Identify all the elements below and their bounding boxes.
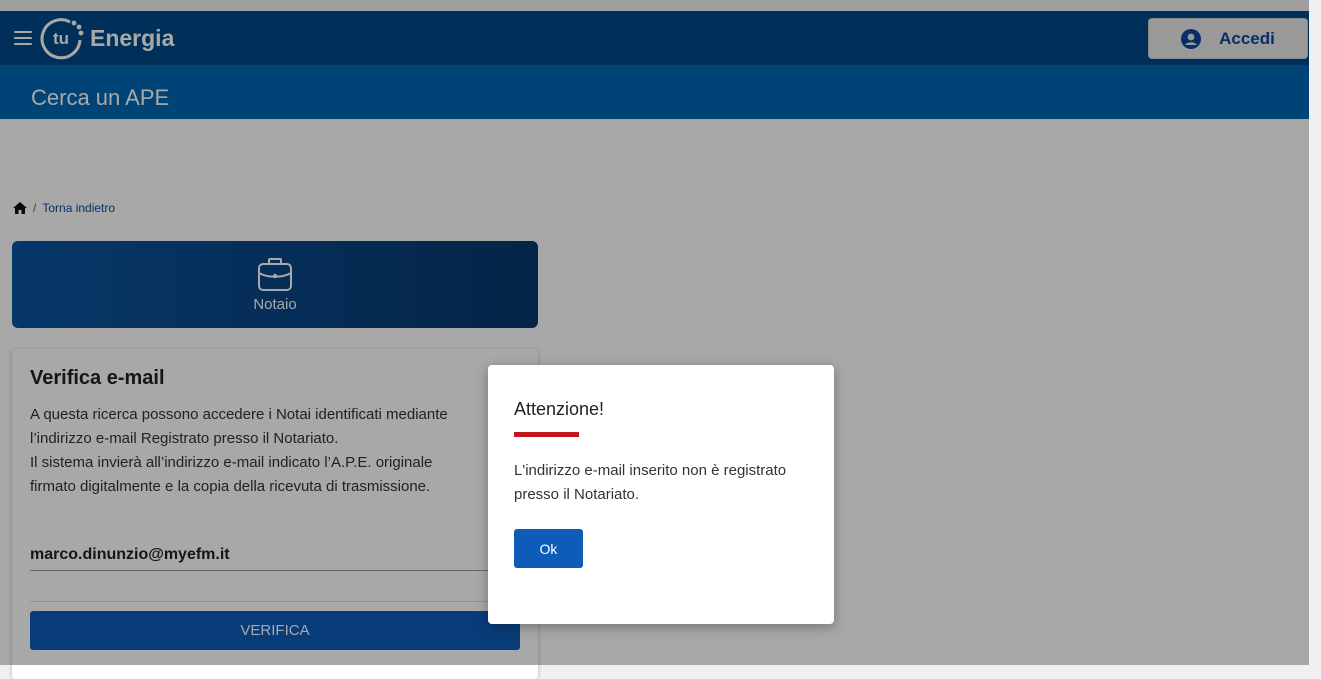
dialog-title: Attenzione! [514, 399, 605, 419]
page-right-strip [1309, 0, 1321, 665]
alert-dialog: Attenzione! L'indirizzo e-mail inserito … [488, 365, 834, 624]
dialog-message: L'indirizzo e-mail inserito non è regist… [514, 462, 787, 503]
ok-button[interactable]: Ok [514, 529, 583, 568]
title-accent-bar [514, 432, 579, 437]
